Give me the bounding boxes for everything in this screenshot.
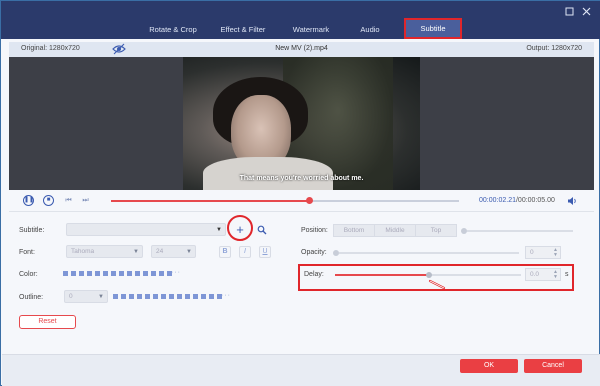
position-middle-option[interactable]: Middle: [375, 225, 416, 236]
next-frame-icon[interactable]: ⏭: [81, 196, 90, 205]
app-window: Rotate & Crop Effect & Filter Watermark …: [0, 0, 600, 386]
color-swatch[interactable]: [129, 294, 134, 299]
tab-audio[interactable]: Audio: [351, 20, 389, 39]
color-swatch[interactable]: [185, 294, 190, 299]
color-more-dots[interactable]: ···: [171, 269, 181, 276]
italic-button[interactable]: I: [239, 246, 251, 258]
color-swatch[interactable]: [119, 271, 124, 276]
ok-button[interactable]: OK: [460, 359, 518, 373]
chevron-down-icon: ▼: [133, 249, 139, 255]
tab-rotate-crop[interactable]: Rotate & Crop: [141, 20, 205, 39]
cancel-button[interactable]: Cancel: [524, 359, 582, 373]
subtitle-label: Subtitle:: [19, 227, 45, 234]
restore-icon[interactable]: [564, 7, 574, 17]
reset-button[interactable]: Reset: [19, 315, 76, 329]
color-swatch[interactable]: [143, 271, 148, 276]
position-label: Position:: [301, 227, 328, 234]
subtitle-preview-text: That means you're worried about me.: [239, 175, 364, 182]
color-swatch[interactable]: [127, 271, 132, 276]
mouse-pointer-icon: [428, 278, 446, 290]
font-family-select[interactable]: Tahoma ▼: [66, 245, 143, 258]
color-swatch[interactable]: [113, 294, 118, 299]
color-swatch[interactable]: [79, 271, 84, 276]
volume-icon[interactable]: [567, 196, 577, 206]
outline-label: Outline:: [19, 294, 44, 301]
font-family-value: Tahoma: [71, 248, 95, 255]
opacity-label: Opacity:: [301, 249, 327, 256]
color-swatch[interactable]: [87, 271, 92, 276]
color-swatch[interactable]: [161, 294, 166, 299]
stop-button[interactable]: ■: [43, 195, 54, 206]
color-swatch[interactable]: [193, 294, 198, 299]
position-top-option[interactable]: Top: [416, 225, 456, 236]
bold-button[interactable]: B: [219, 246, 231, 258]
color-swatch[interactable]: [135, 271, 140, 276]
close-icon[interactable]: [581, 7, 591, 17]
position-segmented-control[interactable]: Bottom Middle Top: [333, 224, 457, 237]
video-preview: That means you're worried about me.: [183, 57, 420, 190]
playback-progress-track[interactable]: [111, 197, 459, 204]
font-size-value: 24: [156, 248, 164, 255]
color-swatch[interactable]: [95, 271, 100, 276]
font-label: Font:: [19, 249, 35, 256]
chevron-down-icon: ▼: [216, 227, 222, 233]
opacity-input[interactable]: 0 ▲ ▼: [525, 246, 561, 259]
color-swatch[interactable]: [177, 294, 182, 299]
color-swatch[interactable]: [121, 294, 126, 299]
color-swatch[interactable]: [169, 294, 174, 299]
decrement-icon[interactable]: ▼: [553, 253, 558, 258]
font-size-select[interactable]: 24 ▼: [151, 245, 196, 258]
color-swatch[interactable]: [103, 271, 108, 276]
color-swatch[interactable]: [63, 271, 68, 276]
info-bar: Original: 1280x720 New MV (2).mp4 Output…: [9, 42, 594, 57]
video-figure-coat: [203, 157, 333, 190]
opacity-slider-track[interactable]: [339, 252, 519, 254]
opacity-value: 0: [530, 249, 534, 256]
current-time: 00:00:02.21: [479, 197, 516, 204]
color-label: Color:: [19, 271, 38, 278]
color-swatch[interactable]: [151, 271, 156, 276]
outline-value: 0: [69, 293, 73, 300]
section-divider: [9, 211, 594, 212]
playback-progress-fill: [111, 200, 310, 202]
position-bottom-option[interactable]: Bottom: [334, 225, 375, 236]
color-swatch[interactable]: [201, 294, 206, 299]
tab-subtitle[interactable]: Subtitle: [404, 18, 462, 39]
color-swatch[interactable]: [153, 294, 158, 299]
color-swatch[interactable]: [145, 294, 150, 299]
outline-select[interactable]: 0 ▼: [64, 290, 108, 303]
color-swatch[interactable]: [71, 271, 76, 276]
underline-button[interactable]: U: [259, 246, 271, 258]
file-name: New MV (2).mp4: [275, 45, 328, 52]
playback-progress-handle[interactable]: [306, 197, 314, 204]
chevron-down-icon: ▼: [186, 249, 192, 255]
tab-effect-filter[interactable]: Effect & Filter: [211, 20, 275, 39]
color-swatch[interactable]: [111, 271, 116, 276]
total-time: /00:00:05.00: [515, 197, 555, 204]
color-swatch[interactable]: [209, 294, 214, 299]
tab-bar: Rotate & Crop Effect & Filter Watermark …: [1, 1, 600, 39]
previous-frame-icon[interactable]: ⏮: [64, 196, 73, 205]
color-swatch[interactable]: [137, 294, 142, 299]
highlight-circle: [227, 215, 253, 241]
time-display: 00:00:02.21/00:00:05.00: [479, 197, 555, 204]
output-resolution: Output: 1280x720: [526, 45, 582, 52]
color-swatch[interactable]: [159, 271, 164, 276]
chevron-down-icon: ▼: [98, 294, 104, 300]
pause-button[interactable]: ❚❚: [23, 195, 34, 206]
subtitle-select[interactable]: ▼: [66, 223, 226, 236]
tab-watermark[interactable]: Watermark: [281, 20, 341, 39]
outline-more-dots[interactable]: ···: [221, 292, 231, 299]
search-icon[interactable]: [257, 225, 267, 235]
position-slider-track[interactable]: [467, 230, 573, 232]
